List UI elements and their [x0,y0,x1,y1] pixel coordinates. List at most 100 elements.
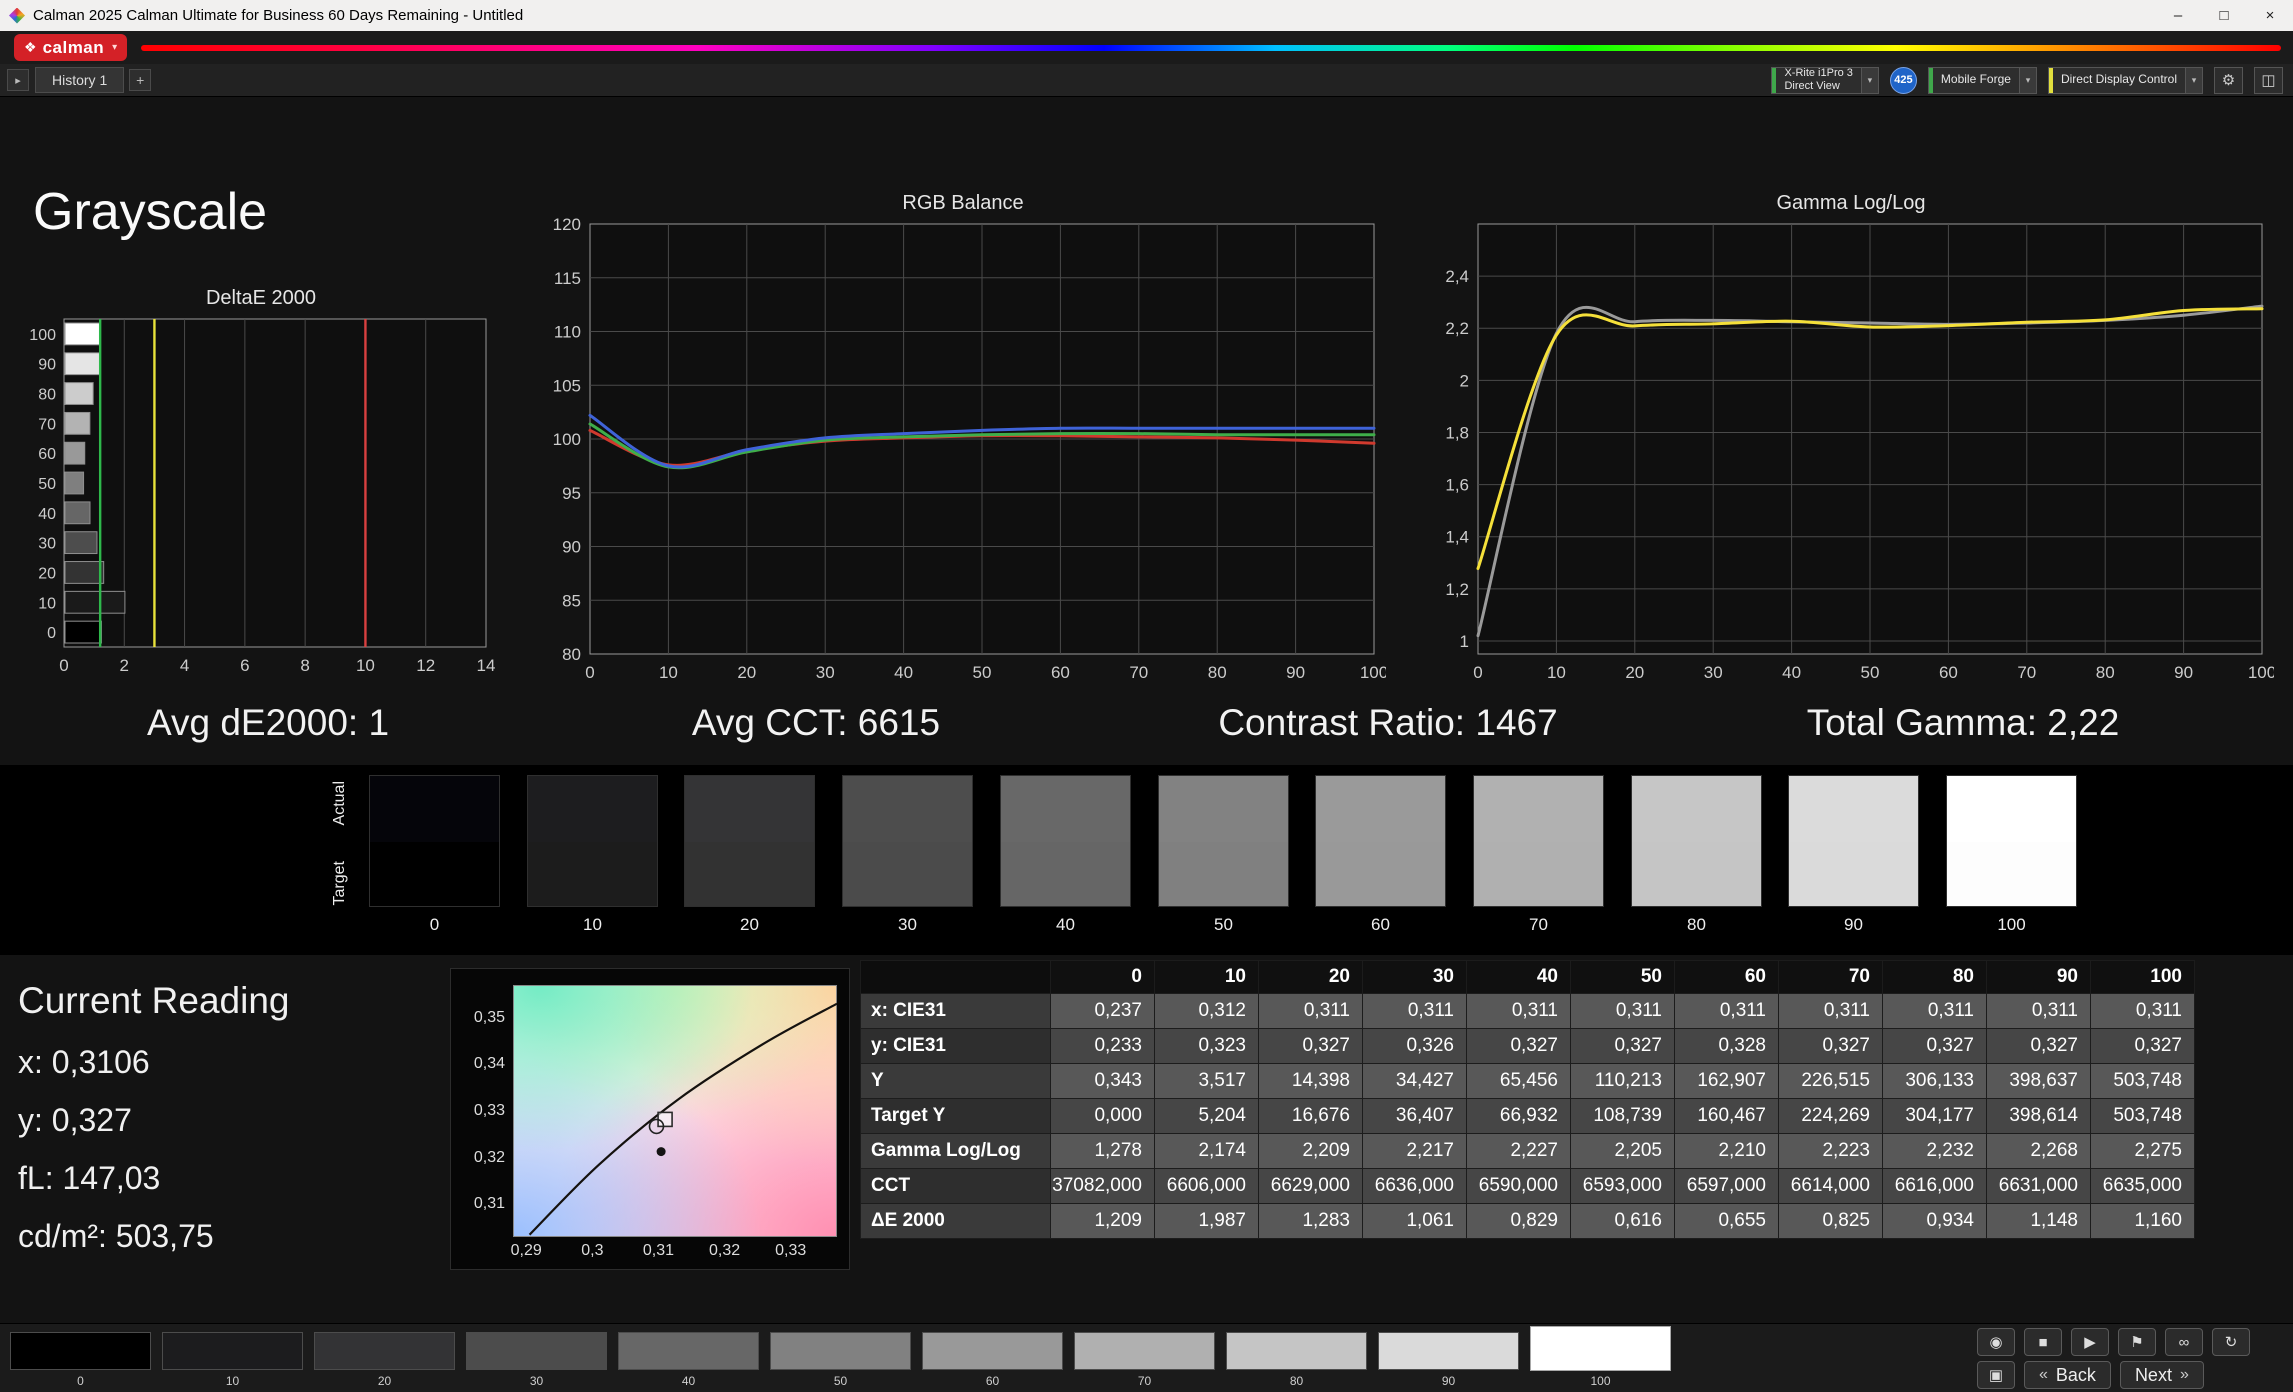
svg-text:0: 0 [47,625,56,642]
pattern-100-button[interactable] [1530,1326,1671,1371]
ramp-level-label: 20 [684,915,815,935]
table-cell: 503,748 [2091,1099,2195,1134]
chart-title: RGB Balance [540,192,1386,215]
pattern-50-button[interactable] [770,1332,911,1370]
cie-y-tick: 0,32 [451,1149,505,1167]
target-swatch [843,842,972,906]
back-button[interactable]: « Back [2024,1361,2111,1389]
display-control-select[interactable]: Direct Display Control ▾ [2048,67,2203,94]
pattern-40-button[interactable] [618,1332,759,1370]
measurement-table: 0102030405060708090100x: CIE310,2370,312… [860,960,2195,1239]
table-cell: 108,739 [1571,1099,1675,1134]
svg-text:90: 90 [2174,663,2193,682]
table-cell: 226,515 [1779,1064,1883,1099]
table-row: x: CIE310,2370,3120,3110,3110,3110,3110,… [861,994,2195,1029]
table-cell: 5,204 [1155,1099,1259,1134]
table-cell: 6635,000 [2091,1169,2195,1204]
pattern-80-button[interactable] [1226,1332,1367,1370]
table-cell: 3,517 [1155,1064,1259,1099]
svg-text:2: 2 [120,656,129,675]
calman-logo-menu[interactable]: ❖ calman ▾ [14,34,127,61]
ramp-level-label: 50 [1158,915,1289,935]
chevron-down-icon: ▾ [112,42,117,53]
table-cell: 110,213 [1571,1064,1675,1099]
pattern-30-button[interactable] [466,1332,607,1370]
deltae-2000-chart: DeltaE 2000 0246810121410090807060504030… [20,285,502,683]
history-expand-button[interactable]: ▸ [7,69,29,91]
svg-text:40: 40 [38,506,56,523]
play-button[interactable]: ▶ [2071,1328,2109,1356]
svg-text:80: 80 [2096,663,2115,682]
chart-title: Gamma Log/Log [1428,192,2274,215]
ramp-swatch-80 [1631,775,1762,907]
target-swatch [1474,842,1603,906]
svg-text:70: 70 [1129,663,1148,682]
toolbar-right-cluster: X-Rite i1Pro 3 Direct View ▾ 425 Mobile … [1771,67,2283,94]
svg-text:60: 60 [1939,663,1958,682]
table-cell: 0,311 [1987,994,2091,1029]
pattern-90-button[interactable] [1378,1332,1519,1370]
settings-button[interactable]: ⚙ [2214,67,2243,94]
svg-text:40: 40 [894,663,913,682]
table-cell: 224,269 [1779,1099,1883,1134]
table-cell: 6616,000 [1883,1169,1987,1204]
table-column-header: 20 [1259,961,1363,994]
ramp-swatch-20 [684,775,815,907]
total-gamma-stat: Total Gamma: 2,22 [1807,702,2120,744]
svg-text:80: 80 [562,645,581,664]
pattern-10-button[interactable] [162,1332,303,1370]
gamma-chart: Gamma Log/Log 010203040506070809010011,2… [1428,190,2274,692]
pattern-level-label: 70 [1074,1374,1215,1388]
flag-button[interactable]: ⚑ [2118,1328,2156,1356]
ramp-level-label: 80 [1631,915,1762,935]
chevron-down-icon: ▾ [2019,68,2036,93]
svg-text:60: 60 [1051,663,1070,682]
table-row: y: CIE310,2330,3230,3270,3260,3270,3270,… [861,1029,2195,1064]
table-cell: 0,327 [1779,1029,1883,1064]
chevron-down-icon: ▾ [2185,68,2202,93]
ramp-swatch-60 [1315,775,1446,907]
meter-select[interactable]: X-Rite i1Pro 3 Direct View ▾ [1771,67,1878,94]
actual-swatch [1316,776,1445,842]
pattern-window-button[interactable]: ▣ [1977,1361,2015,1389]
table-cell: 2,227 [1467,1134,1571,1169]
ramp-swatch-50 [1158,775,1289,907]
source-select[interactable]: Mobile Forge ▾ [1928,67,2037,94]
table-cell: 6593,000 [1571,1169,1675,1204]
reset-button[interactable]: ↻ [2212,1328,2250,1356]
measure-controls: ◉ ■ ▶ ⚑ ∞ ↻ ▣ « Back Next » [1977,1328,2250,1389]
pattern-20-button[interactable] [314,1332,455,1370]
add-history-button[interactable]: + [129,69,151,91]
continuous-button[interactable]: ∞ [2165,1328,2203,1356]
continuous-icon: ∞ [2179,1334,2190,1351]
target-swatch [1789,842,1918,906]
pattern-0-button[interactable] [10,1332,151,1370]
ramp-level-label: 10 [527,915,658,935]
pattern-70-button[interactable] [1074,1332,1215,1370]
svg-text:100: 100 [2248,663,2274,682]
tab-history-1[interactable]: History 1 [35,67,124,93]
close-button[interactable]: × [2247,0,2293,31]
svg-text:10: 10 [659,663,678,682]
table-row-label: x: CIE31 [861,994,1051,1029]
cie-x-tick: 0,31 [631,1242,685,1260]
capture-button[interactable]: ◉ [1977,1328,2015,1356]
minimize-button[interactable]: – [2155,0,2201,31]
table-cell: 398,637 [1987,1064,2091,1099]
stop-button[interactable]: ■ [2024,1328,2062,1356]
table-column-header: 10 [1155,961,1259,994]
table-row-label: CCT [861,1169,1051,1204]
play-icon: ▶ [2084,1333,2096,1351]
ramp-level-label: 40 [1000,915,1131,935]
maximize-button[interactable]: □ [2201,0,2247,31]
workspace-toggle-button[interactable]: ◫ [2254,67,2283,94]
current-reading-heading: Current Reading [18,980,289,1022]
pattern-60-button[interactable] [922,1332,1063,1370]
table-cell: 162,907 [1675,1064,1779,1099]
next-button[interactable]: Next » [2120,1361,2204,1389]
table-cell: 1,209 [1051,1204,1155,1239]
table-cell: 2,275 [2091,1134,2195,1169]
table-column-header: 60 [1675,961,1779,994]
actual-swatch [1001,776,1130,842]
table-cell: 1,160 [2091,1204,2195,1239]
